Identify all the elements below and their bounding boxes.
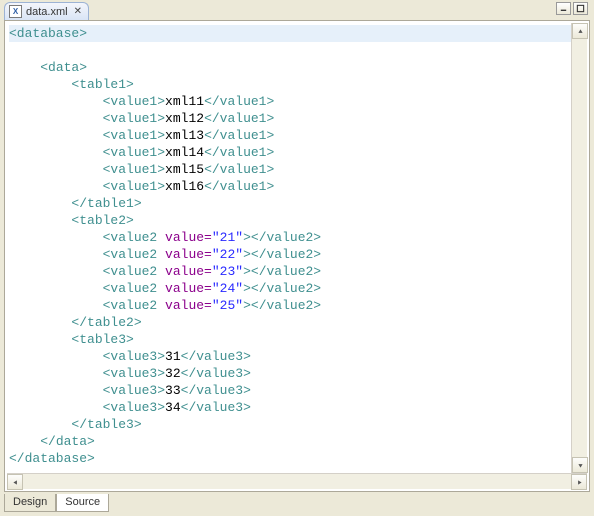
editor-mode-tabs: Design Source — [4, 494, 109, 512]
editor-tab-bar: data.xml ✕ — [4, 2, 544, 20]
editor-tab-label: data.xml — [26, 6, 68, 18]
window-controls — [556, 2, 588, 15]
xml-source-editor[interactable]: <database> <data> <table1> <value1>xml11… — [7, 23, 571, 473]
maximize-button[interactable] — [573, 2, 588, 15]
close-icon[interactable]: ✕ — [74, 6, 82, 17]
tab-design[interactable]: Design — [4, 494, 56, 512]
xml-file-icon — [9, 5, 22, 18]
tab-source[interactable]: Source — [56, 494, 109, 512]
editor-pane: <database> <data> <table1> <value1>xml11… — [4, 20, 590, 492]
scroll-down-button[interactable] — [572, 457, 588, 473]
scroll-left-button[interactable] — [7, 474, 23, 490]
scroll-right-button[interactable] — [571, 474, 587, 490]
horizontal-scrollbar[interactable] — [7, 473, 587, 489]
scroll-up-button[interactable] — [572, 23, 588, 39]
vertical-scrollbar[interactable] — [571, 23, 587, 473]
minimize-button[interactable] — [556, 2, 571, 15]
editor-tab-dataxml[interactable]: data.xml ✕ — [4, 2, 89, 20]
